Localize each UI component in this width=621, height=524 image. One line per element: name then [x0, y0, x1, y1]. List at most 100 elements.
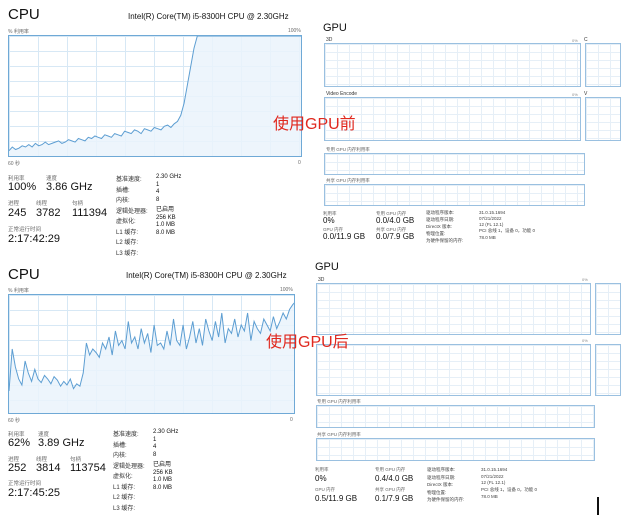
- gpu-spec-label: 物理位置:: [427, 489, 447, 495]
- gpu-mem-label: GPU 内存: [315, 487, 336, 492]
- spec-label: 虚拟化:: [116, 219, 136, 225]
- threads-label: 线程: [36, 201, 48, 207]
- cpu-utilization-graph: [8, 294, 295, 414]
- gpu-spec-label: 为硬件保留的内存:: [427, 497, 465, 502]
- gpu-spec-value: PCI 总线 1，设备 0，功能 0: [481, 486, 538, 492]
- spec-value: 已启用: [153, 462, 172, 468]
- spec-value: 8.0 MB: [156, 229, 176, 236]
- threads-value: 3814: [36, 462, 61, 474]
- spec-label: L1 缓存:: [113, 484, 136, 491]
- spec-label: 逻辑处理器:: [116, 208, 148, 215]
- axis-label-zero: 0: [290, 417, 293, 423]
- processes-value: 252: [8, 462, 27, 474]
- gpu-spec-value: 31.0.15.1694: [479, 210, 506, 215]
- speed-value: 3.86 GHz: [46, 181, 93, 193]
- processes-label: 进程: [8, 201, 20, 207]
- handles-value: 113754: [70, 462, 106, 474]
- spec-value: 1: [156, 181, 160, 188]
- gpu-video-encode-graph: [316, 344, 591, 396]
- axis-label-utilization: % 利用率: [8, 288, 29, 294]
- utilization-area: [9, 303, 294, 413]
- dedicated-mem-value: 0.4/4.0 GB: [375, 474, 414, 483]
- gpu-spec-value: 12 (FL 12.1): [479, 222, 504, 227]
- axis-label-max: 100%: [288, 28, 301, 34]
- gpu-copy-graph: [585, 43, 621, 87]
- cpu-specs: 基准速度: 插槽: 内核: 逻辑处理器: 虚拟化: L1 缓存: L2 缓存: …: [116, 174, 148, 257]
- gpu-video-decode-graph: [585, 97, 621, 141]
- gpu-spec-value: 78.0 MB: [481, 494, 498, 499]
- spec-value: 2.30 GHz: [153, 429, 179, 435]
- gpu-pane-3d-pct: 0%: [582, 277, 588, 282]
- spec-label: 插槽:: [116, 187, 130, 194]
- cpu-title: CPU: [8, 6, 40, 23]
- spec-label: 插槽:: [113, 442, 127, 449]
- spec-value: 4: [153, 444, 157, 450]
- gpu-pane-video-pct: 0%: [582, 338, 588, 343]
- gpu-mem-value: 0.5/11.9 GB: [315, 494, 358, 503]
- spec-label: L1 缓存:: [116, 229, 139, 236]
- gpu-spec-label: 驱动程序版本:: [427, 467, 456, 472]
- annotation-before: 使用GPU前: [273, 116, 356, 133]
- gpu-specs-labels: 驱动程序版本: 驱动程序日期: DirectX 版本: 物理位置: 为硬件保留的…: [426, 210, 463, 244]
- cpu-title: CPU: [8, 266, 40, 283]
- gpu-spec-value: 78.0 MB: [479, 235, 496, 240]
- handles-value: 111394: [72, 207, 108, 219]
- shared-mem-graph: [324, 184, 585, 206]
- utilization-value: 62%: [8, 437, 31, 449]
- spec-value: 4: [156, 189, 160, 195]
- axis-label-time: 60 秒: [8, 418, 20, 424]
- spec-value: 256 KB: [156, 214, 176, 221]
- gpu-specs-values: 31.0.15.1694 07/21/2022 12 (FL 12.1) PCI…: [479, 210, 535, 240]
- speed-value: 3.89 GHz: [38, 437, 85, 449]
- gpu-spec-value: 07/21/2022: [481, 473, 504, 479]
- cpu-model: Intel(R) Core(TM) i5-8300H CPU @ 2.30GHz: [128, 12, 289, 21]
- dedicated-mem-graph: [324, 153, 585, 175]
- shared-mem-value: 0.0/7.9 GB: [376, 232, 415, 241]
- gpu-utilization-value: 0%: [323, 216, 335, 225]
- spec-label: 内核:: [116, 198, 130, 204]
- gpu-3d-graph: [324, 43, 581, 87]
- gpu-copy-graph: [595, 283, 621, 335]
- gpu-spec-label: DirectX 版本:: [427, 482, 454, 487]
- shared-mem-label: 共享 GPU 内存: [375, 487, 406, 492]
- spec-value: 8: [153, 451, 157, 458]
- gpu-spec-value: 31.0.15.1694: [481, 467, 508, 472]
- axis-label-time: 60 秒: [8, 161, 20, 167]
- cpu-specs-labels: 基准速度: 插槽: 内核: 逻辑处理器: 虚拟化: L1 缓存: L2 缓存: …: [116, 174, 148, 257]
- spec-value: 1.0 MB: [156, 222, 176, 228]
- shared-mem-value: 0.1/7.9 GB: [375, 494, 414, 503]
- gpu-spec-label: 驱动程序版本:: [426, 210, 455, 215]
- cpu-model: Intel(R) Core(TM) i5-8300H CPU @ 2.30GHz: [126, 271, 287, 280]
- spec-value: 8.0 MB: [153, 484, 173, 491]
- annotation-after: 使用GPU后: [266, 334, 349, 351]
- gpu-video-encode-graph: [324, 97, 581, 141]
- handles-label: 句柄: [72, 201, 84, 207]
- axis-label-max: 100%: [280, 287, 293, 293]
- gpu-spec-label: 为硬件保留的内存:: [426, 238, 464, 243]
- gpu-specs-labels: 驱动程序版本: 驱动程序日期: DirectX 版本: 物理位置: 为硬件保留的…: [427, 467, 464, 503]
- cpu-utilization-graph: [8, 35, 302, 157]
- uptime-label: 正常运行时间: [8, 227, 42, 233]
- shared-mem-graph: [316, 438, 595, 461]
- uptime-value: 2:17:42:29: [8, 233, 60, 245]
- spec-value: 1: [153, 436, 157, 443]
- gpu-title: GPU: [315, 261, 339, 273]
- uptime-label: 正常运行时间: [8, 481, 42, 487]
- dedicated-mem-value: 0.0/4.0 GB: [376, 216, 415, 225]
- utilization-value: 100%: [8, 181, 37, 193]
- gpu-spec-label: DirectX 版本:: [426, 224, 453, 229]
- spec-value: 2.30 GHz: [156, 174, 182, 180]
- spec-label: L3 缓存:: [113, 505, 136, 512]
- gpu-utilization-label: 利用率: [315, 467, 329, 472]
- gpu-specs-values: 31.0.15.1694 07/21/2022 12 (FL 12.1) PCI…: [481, 467, 537, 499]
- gpu-video-decode-graph: [595, 344, 621, 396]
- spec-value: 已启用: [156, 207, 175, 213]
- threads-value: 3782: [36, 207, 61, 219]
- gpu-mem-value: 0.0/11.9 GB: [323, 232, 366, 241]
- gpu-title: GPU: [323, 22, 347, 34]
- gpu-spec-label: 驱动程序日期:: [427, 474, 456, 480]
- gpu-spec-label: 物理位置:: [426, 231, 446, 236]
- spec-label: L2 缓存:: [116, 240, 139, 246]
- text-cursor: [597, 497, 599, 515]
- spec-label: 基准速度:: [116, 177, 142, 183]
